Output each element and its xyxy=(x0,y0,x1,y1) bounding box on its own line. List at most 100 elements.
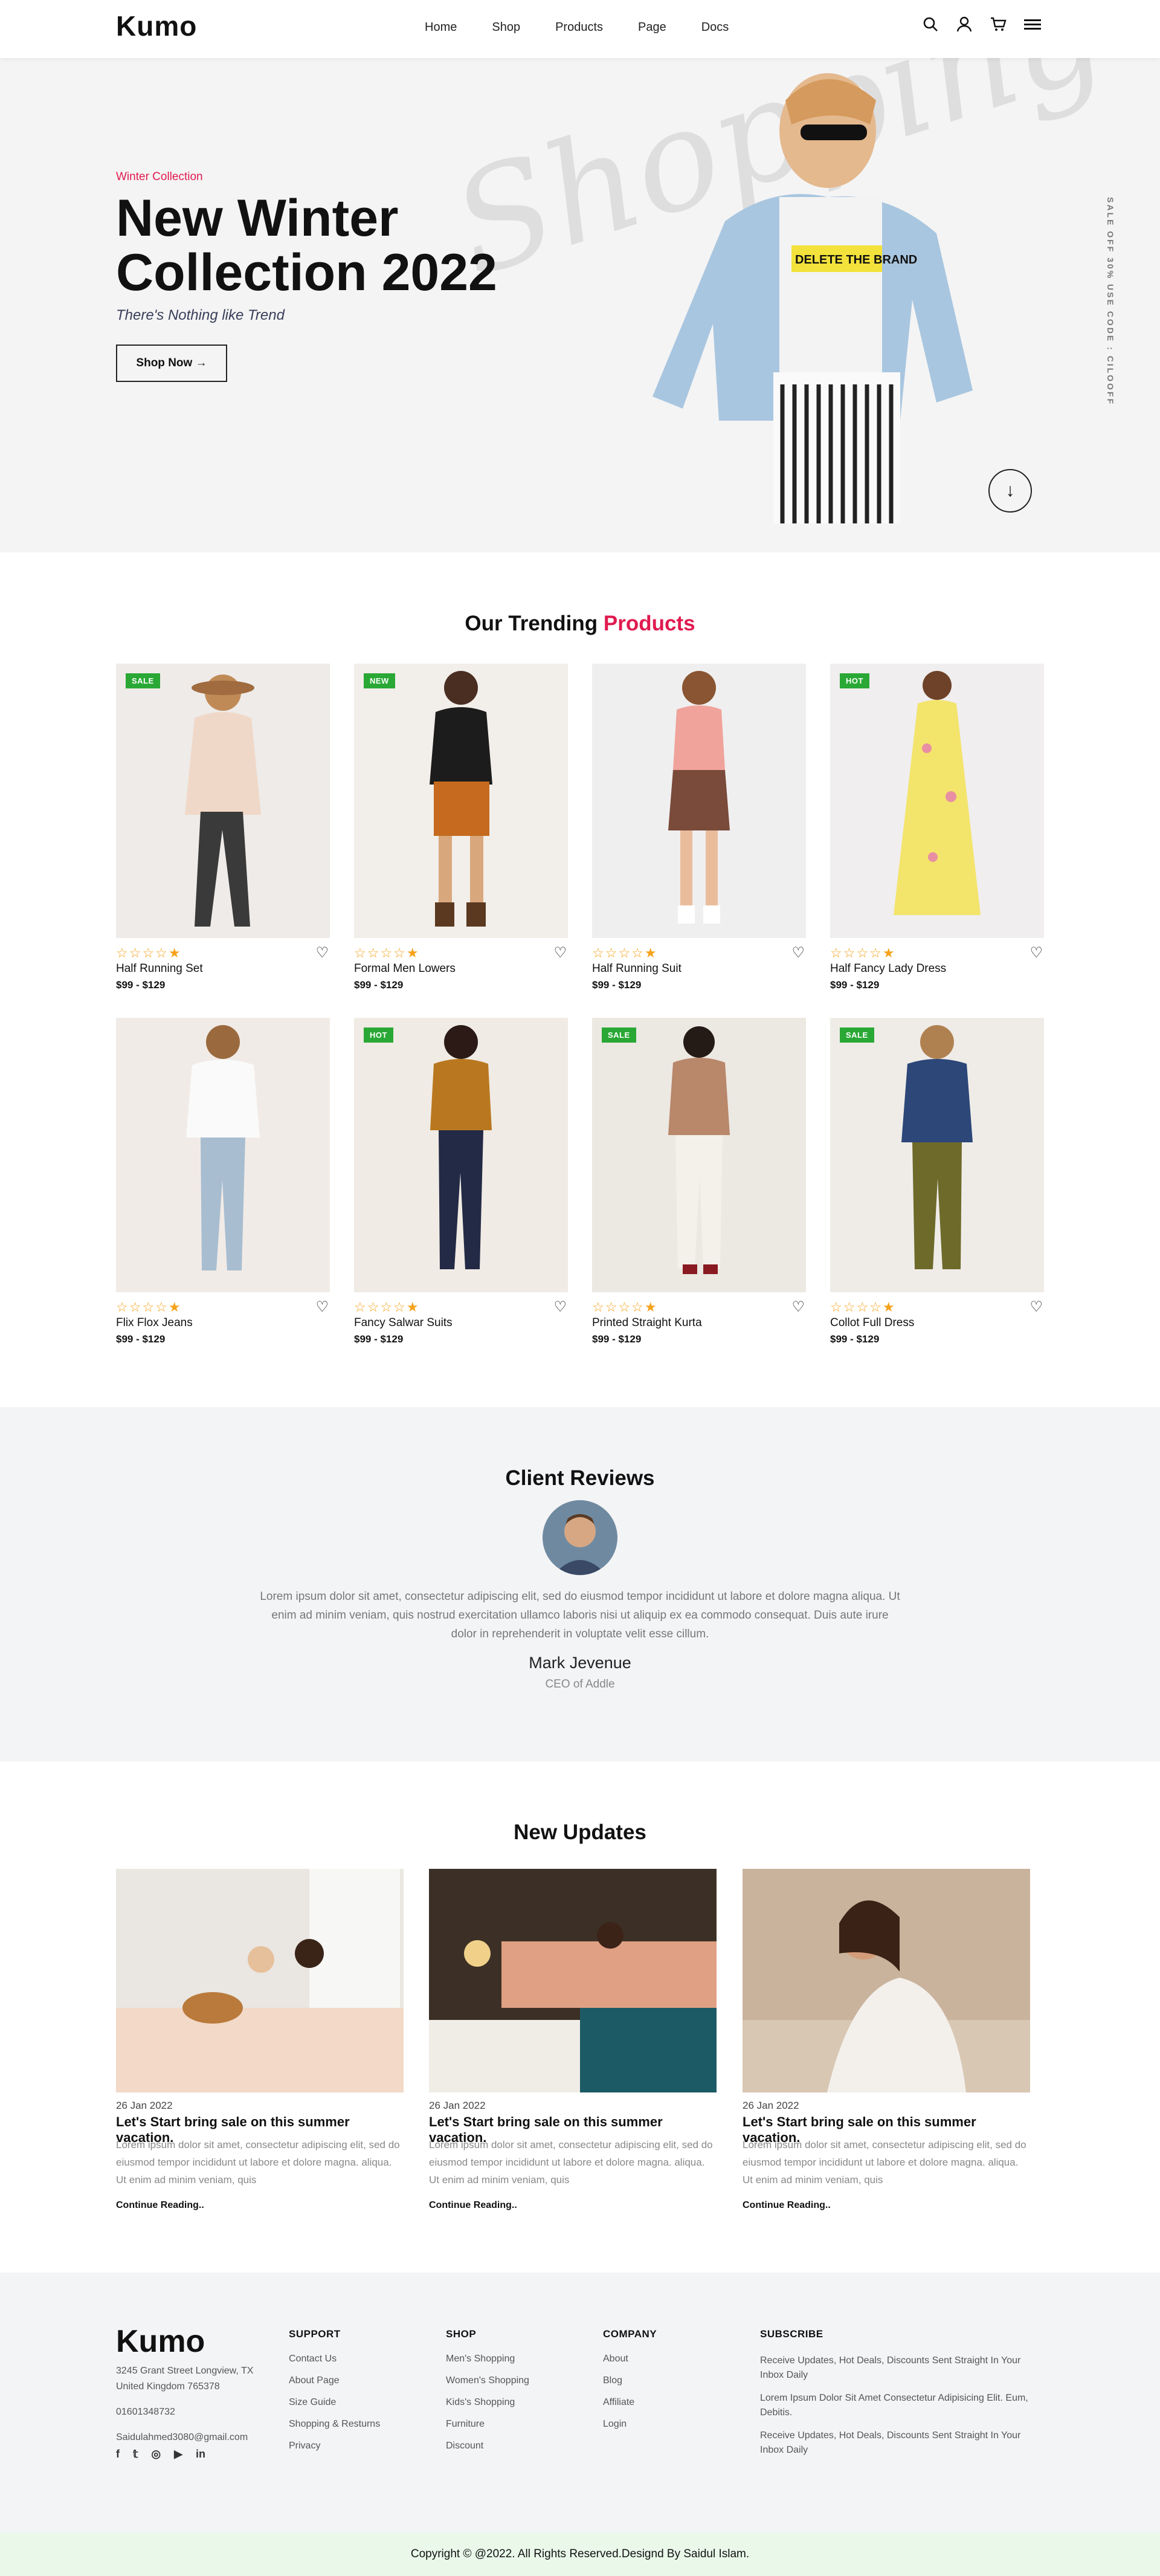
reviewer-role: CEO of Addle xyxy=(545,1678,615,1691)
product-name[interactable]: Half Fancy Lady Dress xyxy=(830,962,946,976)
footer-link[interactable]: Privacy xyxy=(289,2441,380,2451)
footer-link[interactable]: About xyxy=(603,2354,657,2364)
product-card[interactable]: ☆☆☆☆★ ♡ Flix Flox Jeans $99 - $129 xyxy=(116,1018,330,1345)
logo[interactable]: Kumo xyxy=(116,10,197,42)
product-name[interactable]: Half Running Suit xyxy=(592,962,682,976)
product-image[interactable]: SALE xyxy=(592,1018,806,1292)
main-nav: Home Shop Products Page Docs xyxy=(425,21,764,34)
continue-reading-link[interactable]: Continue Reading.. xyxy=(743,2200,831,2211)
product-image[interactable]: SALE xyxy=(830,1018,1044,1292)
product-price: $99 - $129 xyxy=(830,979,880,991)
product-card[interactable]: SALE ☆☆☆☆★ ♡ Collot Full Dress $99 - $12… xyxy=(830,1018,1044,1345)
search-icon[interactable] xyxy=(922,16,940,34)
footer-link[interactable]: Discount xyxy=(446,2441,529,2451)
product-name[interactable]: Collot Full Dress xyxy=(830,1316,914,1330)
product-name[interactable]: Half Running Set xyxy=(116,962,203,976)
nav-shop[interactable]: Shop xyxy=(492,21,520,34)
product-image[interactable] xyxy=(592,664,806,938)
footer-link[interactable]: About Page xyxy=(289,2375,380,2386)
footer-link[interactable]: Login xyxy=(603,2419,657,2430)
blog-post[interactable]: 26 Jan 2022 Let's Start bring sale on th… xyxy=(429,1869,717,2210)
review-text: Lorem ipsum dolor sit amet, consectetur … xyxy=(260,1590,900,1640)
product-card[interactable]: SALE ☆☆☆☆★ ♡ Printed Straight Kurta $99 … xyxy=(592,1018,806,1345)
footer-phone[interactable]: 01601348732 xyxy=(116,2404,261,2420)
blog-post[interactable]: 26 Jan 2022 Let's Start bring sale on th… xyxy=(116,1869,404,2210)
blog-post-image[interactable] xyxy=(116,1869,404,2092)
linkedin-icon[interactable]: in xyxy=(196,2448,205,2461)
heart-icon[interactable]: ♡ xyxy=(1030,944,1043,962)
facebook-icon[interactable]: f xyxy=(116,2448,120,2461)
product-badge: SALE xyxy=(126,673,160,688)
blog-post-image[interactable] xyxy=(429,1869,717,2092)
nav-home[interactable]: Home xyxy=(425,21,457,34)
product-name[interactable]: Printed Straight Kurta xyxy=(592,1316,702,1330)
rating-stars: ☆☆☆☆★ xyxy=(592,1299,658,1315)
trending-title: Our Trending Products xyxy=(465,612,695,635)
product-name[interactable]: Fancy Salwar Suits xyxy=(354,1316,453,1330)
footer-logo[interactable]: Kumo xyxy=(116,2323,205,2360)
nav-page[interactable]: Page xyxy=(638,21,666,34)
product-image[interactable]: HOT xyxy=(830,664,1044,938)
product-image[interactable]: HOT xyxy=(354,1018,568,1292)
reviews-title: Client Reviews xyxy=(505,1466,655,1490)
footer-contact: 3245 Grant Street Longview, TX United Ki… xyxy=(116,2363,261,2445)
product-card[interactable]: HOT ☆☆☆☆★ ♡ Fancy Salwar Suits $99 - $12… xyxy=(354,1018,568,1345)
footer-link[interactable]: Shopping & Resturns xyxy=(289,2419,380,2430)
hero-vertical-promo: SALE OFF 30% USE CODE : CILOOFF xyxy=(1106,197,1115,406)
footer-subscribe: SUBSCRIBE Receive Updates, Hot Deals, Di… xyxy=(760,2328,1044,2466)
blog-post-date: 26 Jan 2022 xyxy=(429,2100,486,2111)
product-badge: SALE xyxy=(840,1027,874,1043)
product-name[interactable]: Flix Flox Jeans xyxy=(116,1316,193,1330)
blog-post[interactable]: 26 Jan 2022 Let's Start bring sale on th… xyxy=(743,1869,1030,2210)
scroll-down-button[interactable]: ↓ xyxy=(988,469,1032,513)
product-card[interactable]: ☆☆☆☆★ ♡ Half Running Suit $99 - $129 xyxy=(592,664,806,991)
rating-stars: ☆☆☆☆★ xyxy=(354,945,420,960)
heart-icon[interactable]: ♡ xyxy=(1030,1298,1043,1316)
footer-link[interactable]: Women's Shopping xyxy=(446,2375,529,2386)
shop-now-button[interactable]: Shop Now → xyxy=(116,345,227,382)
product-card[interactable]: SALE ☆☆☆☆★ ♡ Half Running Set $99 - $129 xyxy=(116,664,330,991)
continue-reading-link[interactable]: Continue Reading.. xyxy=(429,2200,517,2211)
product-price: $99 - $129 xyxy=(592,979,642,991)
heart-icon[interactable]: ♡ xyxy=(315,1298,329,1316)
subscribe-text: Receive Updates, Hot Deals, Discounts Se… xyxy=(760,2355,1021,2380)
heart-icon[interactable]: ♡ xyxy=(553,1298,567,1316)
social-links: f 𝕥 ◎ ▶ in xyxy=(116,2448,205,2461)
product-image[interactable] xyxy=(116,1018,330,1292)
blog-post-date: 26 Jan 2022 xyxy=(743,2100,799,2111)
youtube-icon[interactable]: ▶ xyxy=(174,2448,182,2461)
twitter-icon[interactable]: 𝕥 xyxy=(133,2448,138,2461)
footer-link[interactable]: Contact Us xyxy=(289,2354,380,2364)
heart-icon[interactable]: ♡ xyxy=(791,944,805,962)
heart-icon[interactable]: ♡ xyxy=(553,944,567,962)
cart-icon[interactable] xyxy=(990,16,1008,34)
footer-email[interactable]: Saidulahmed3080@gmail.com xyxy=(116,2430,261,2445)
arrow-down-icon: ↓ xyxy=(1005,481,1015,500)
footer-link[interactable]: Men's Shopping xyxy=(446,2354,529,2364)
footer-link[interactable]: Affiliate xyxy=(603,2397,657,2408)
product-name[interactable]: Formal Men Lowers xyxy=(354,962,456,976)
continue-reading-link[interactable]: Continue Reading.. xyxy=(116,2200,204,2211)
blog-post-image[interactable] xyxy=(743,1869,1030,2092)
rating-stars: ☆☆☆☆★ xyxy=(830,1299,896,1315)
footer-link[interactable]: Furniture xyxy=(446,2419,529,2430)
heart-icon[interactable]: ♡ xyxy=(315,944,329,962)
product-image[interactable]: NEW xyxy=(354,664,568,938)
product-card[interactable]: NEW ☆☆☆☆★ ♡ Formal Men Lowers $99 - $129 xyxy=(354,664,568,991)
nav-docs[interactable]: Docs xyxy=(701,21,729,34)
product-image[interactable]: SALE xyxy=(116,664,330,938)
footer-shop: SHOP Men's Shopping Women's Shopping Kid… xyxy=(446,2328,529,2462)
instagram-icon[interactable]: ◎ xyxy=(151,2448,161,2461)
product-price: $99 - $129 xyxy=(592,1333,642,1345)
footer-support: SUPPORT Contact Us About Page Size Guide… xyxy=(289,2328,380,2462)
footer-link[interactable]: Blog xyxy=(603,2375,657,2386)
footer-shop-title: SHOP xyxy=(446,2328,477,2340)
heart-icon[interactable]: ♡ xyxy=(791,1298,805,1316)
product-card[interactable]: HOT ☆☆☆☆★ ♡ Half Fancy Lady Dress $99 - … xyxy=(830,664,1044,991)
footer-link[interactable]: Size Guide xyxy=(289,2397,380,2408)
footer-link[interactable]: Kids's Shopping xyxy=(446,2397,529,2408)
nav-products[interactable]: Products xyxy=(555,21,603,34)
menu-icon[interactable] xyxy=(1023,16,1042,34)
footer-support-title: SUPPORT xyxy=(289,2328,341,2340)
user-icon[interactable] xyxy=(956,16,974,34)
